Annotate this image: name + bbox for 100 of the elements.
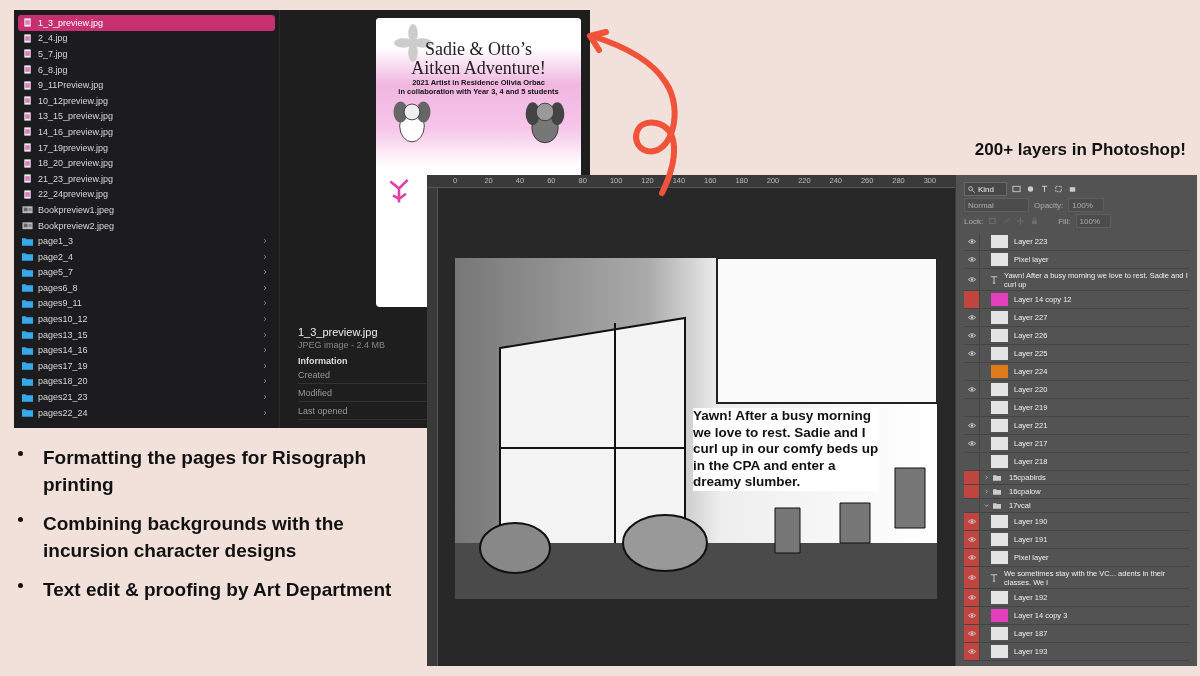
chevron-icon (263, 253, 267, 260)
bullet-text: Formatting the pages for Risograph printing (43, 446, 368, 497)
folder-icon (22, 392, 33, 402)
image-file-icon (22, 221, 33, 230)
chevron-icon (263, 316, 267, 323)
folder-icon (22, 376, 33, 386)
file-list-item[interactable]: pages17_19 (18, 358, 275, 374)
image-file-icon (22, 65, 33, 75)
visibility-toggle[interactable] (964, 567, 980, 588)
smart-object-filter-icon[interactable] (1068, 185, 1077, 193)
visibility-toggle[interactable] (964, 625, 980, 642)
blend-mode-dropdown[interactable]: Normal (964, 198, 1029, 212)
folder-icon (22, 330, 33, 340)
image-file-icon (22, 111, 33, 121)
fill-label: Fill: (1058, 216, 1071, 226)
eye-icon (967, 555, 976, 560)
bullet-text: Text edit & proofing by Art Department (43, 578, 392, 602)
file-list-item[interactable]: pages9_11 (18, 295, 275, 312)
file-list-item[interactable]: pages10_12 (18, 311, 275, 327)
search-icon (968, 185, 975, 193)
file-list-item[interactable]: 10_12preview.jpg (18, 92, 275, 109)
visibility-toggle[interactable] (964, 549, 980, 566)
eye-icon (967, 575, 976, 580)
image-file-icon (22, 80, 33, 90)
file-list-item[interactable]: 14_16_preview.jpg (18, 124, 275, 140)
file-list-item[interactable]: 21_23_preview.jpg (18, 170, 275, 187)
eye-icon (967, 423, 976, 428)
file-list-item[interactable]: 18_20_preview.jpg (18, 155, 275, 171)
eye-icon (967, 333, 976, 338)
visibility-toggle[interactable] (964, 471, 980, 484)
eye-icon (967, 441, 976, 446)
chevron-icon (263, 238, 267, 245)
visibility-toggle[interactable] (964, 589, 980, 606)
file-list-item[interactable]: 2_4.jpg (18, 30, 275, 47)
file-list-item[interactable]: 9_11Preview.jpg (18, 77, 275, 93)
folder-icon (22, 408, 33, 418)
visibility-toggle[interactable] (964, 513, 980, 530)
image-file-icon (22, 96, 33, 106)
section-heading: Information (298, 356, 349, 366)
visibility-toggle[interactable] (964, 531, 980, 548)
folder-icon (22, 345, 33, 355)
adjustment-filter-icon[interactable] (1026, 185, 1035, 193)
image-filter-icon[interactable] (1012, 185, 1021, 193)
file-list-item[interactable]: 13_15_preview.jpg (18, 108, 275, 125)
chevron-icon (263, 269, 267, 276)
file-list-item[interactable]: Bookpreview1.jpeg (18, 202, 275, 218)
lock-label: Lock: (964, 216, 984, 226)
file-list-item[interactable]: pages14_16 (18, 342, 275, 359)
chevron-icon (263, 362, 267, 369)
file-list-item[interactable]: 1_3_preview.jpg (18, 15, 275, 31)
bullet-text: Combining backgrounds with the incursion character designs (43, 512, 345, 563)
visibility-toggle[interactable] (964, 291, 980, 308)
shape-filter-icon[interactable] (1054, 185, 1063, 193)
file-list-item[interactable]: Bookpreview2.jpeg (18, 217, 275, 234)
chevron-icon[interactable] (984, 489, 989, 494)
cover-title: Sadie & Otto’s (424, 40, 533, 59)
file-list-item[interactable]: 17_19preview.jpg (18, 139, 275, 156)
visibility-toggle[interactable] (964, 485, 980, 498)
image-file-icon (22, 49, 33, 59)
file-list-item[interactable]: page5_7 (18, 264, 275, 281)
file-list-item[interactable]: 6_8.jpg (18, 61, 275, 78)
eye-icon (967, 519, 976, 524)
eye-icon (967, 595, 976, 600)
file-list-item[interactable]: pages6_8 (18, 280, 275, 296)
file-list-item[interactable]: pages22_24 (18, 404, 275, 421)
text-layer-icon (990, 275, 998, 284)
chevron-icon[interactable] (984, 475, 989, 480)
eye-icon (967, 537, 976, 542)
eye-icon (967, 351, 976, 356)
file-list-item[interactable]: pages13_15 (18, 326, 275, 343)
cover-title: Aitken Adventure! (410, 59, 547, 78)
image-file-icon (22, 158, 33, 168)
file-list-item[interactable]: page1_3 (18, 233, 275, 249)
folder-icon (22, 299, 33, 308)
image-file-icon (22, 18, 33, 28)
image-file-icon (22, 189, 33, 199)
folder-icon (22, 283, 33, 293)
image-file-icon (22, 33, 33, 43)
file-list-item[interactable]: 5_7.jpg (18, 46, 275, 62)
visibility-toggle[interactable] (964, 643, 980, 660)
file-list-item[interactable]: page2_4 (18, 248, 275, 265)
story-text: Yawn! After a busy morning we love to rest. Sadie and I curl up in our comfy beds up in the CPA and enter a dreamy slumber. (693, 408, 879, 491)
chevron-icon[interactable] (984, 503, 989, 508)
chevron-icon (263, 378, 267, 385)
opacity-field[interactable]: 100% (1068, 198, 1104, 212)
file-list-item[interactable]: pages21_23 (18, 389, 275, 405)
file-type: JPEG image - 2.4 MB (298, 340, 387, 350)
bullet-icon (18, 583, 23, 588)
chevron-icon (263, 300, 267, 307)
eye-icon (967, 257, 976, 262)
file-list-item[interactable]: pages18_20 (18, 373, 275, 390)
eye-icon (967, 277, 976, 282)
type-filter-icon[interactable] (1040, 185, 1049, 193)
folder-icon (22, 267, 33, 277)
visibility-toggle[interactable] (964, 607, 980, 624)
fill-field[interactable]: 100% (1075, 214, 1112, 228)
file-list-item[interactable]: 22_24preview.jpg (18, 186, 275, 203)
chevron-icon (263, 284, 267, 291)
filter-dropdown[interactable]: Kind (964, 182, 1007, 196)
image-file-icon (22, 174, 33, 184)
